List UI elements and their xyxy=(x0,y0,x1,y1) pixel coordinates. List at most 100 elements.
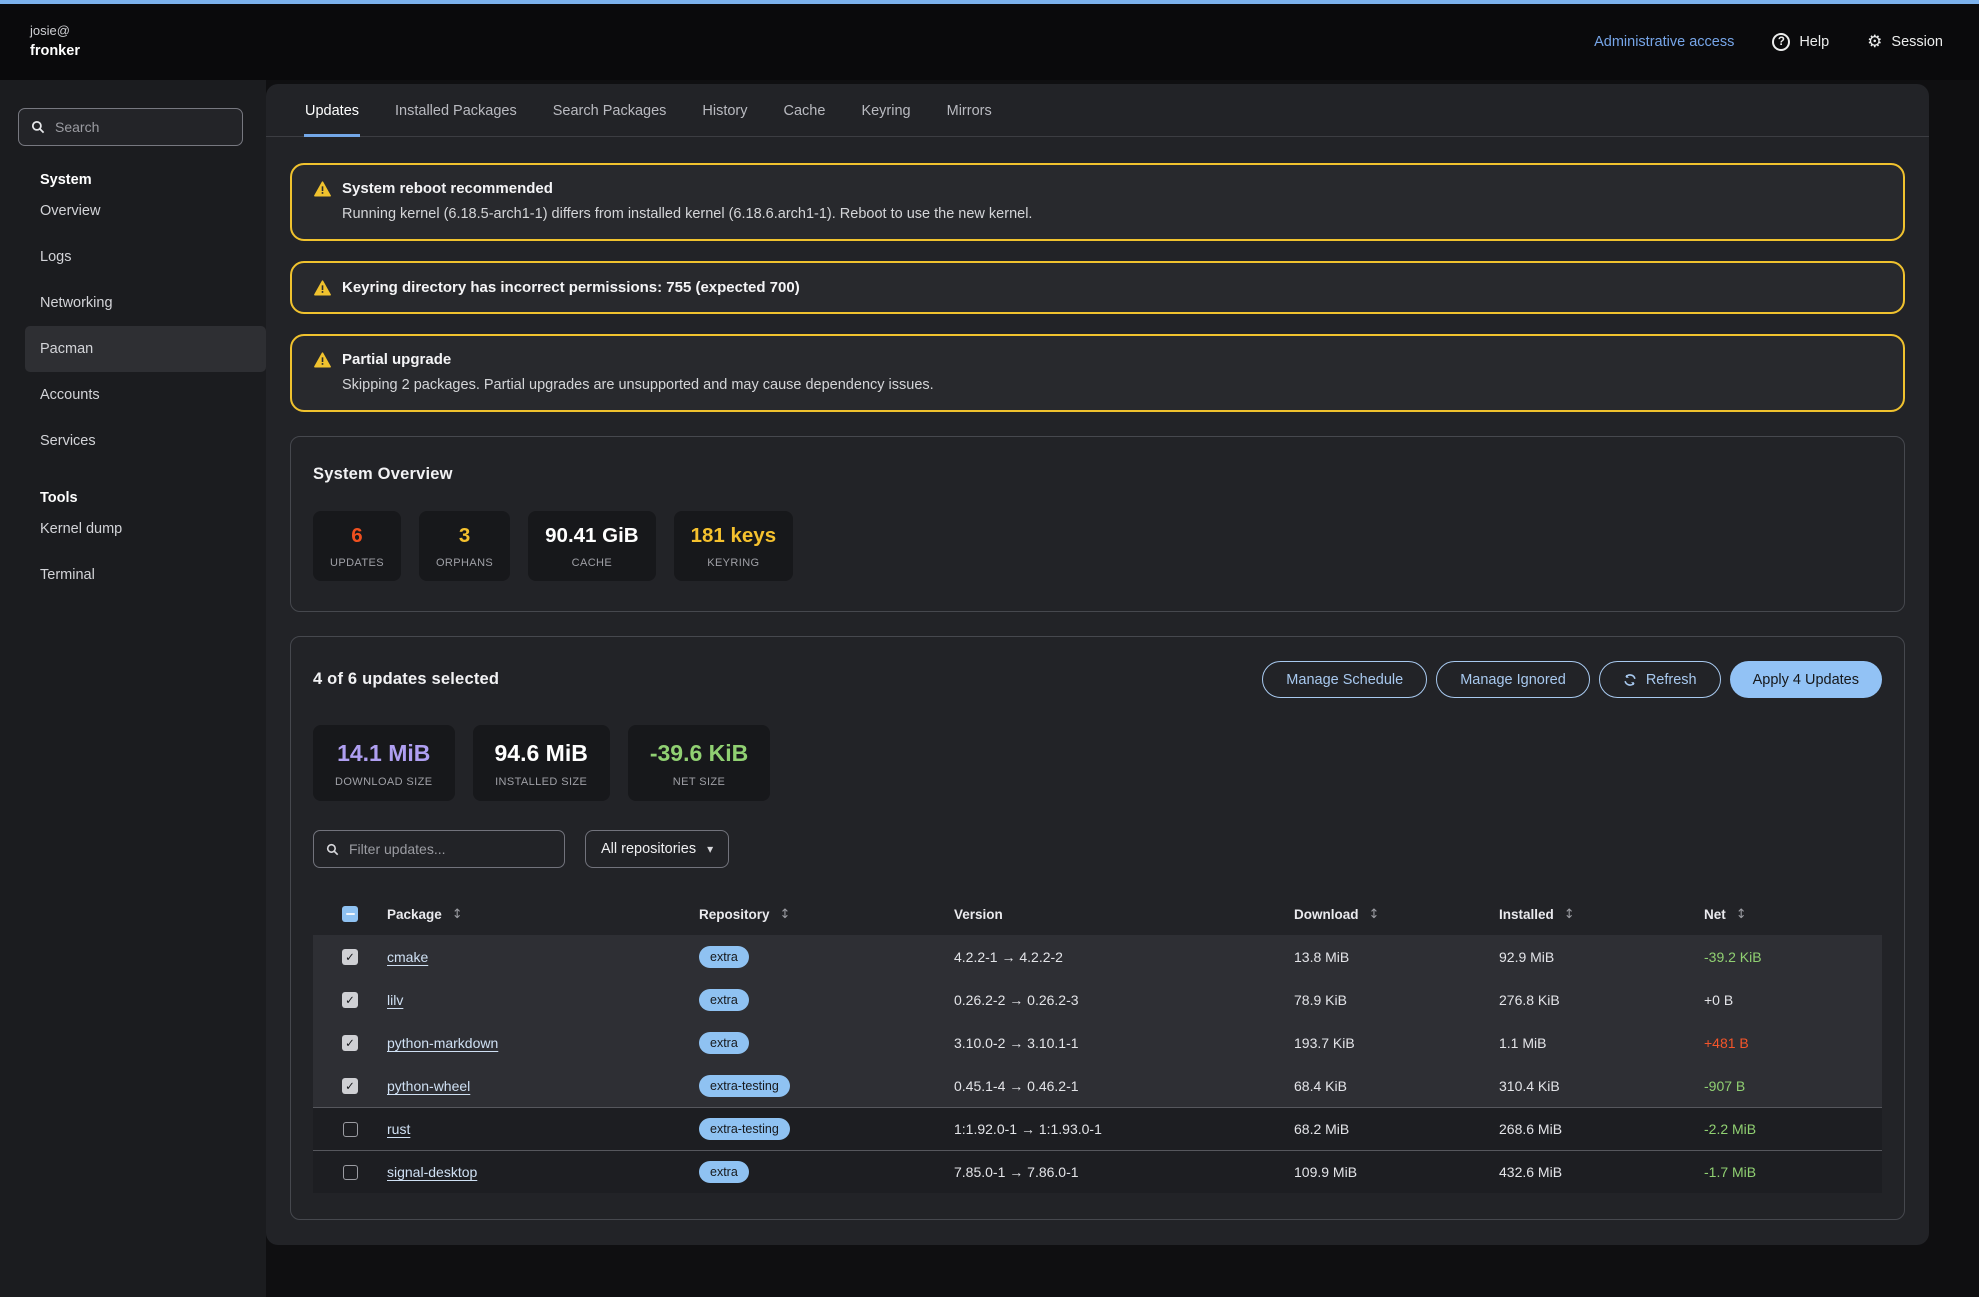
sort-icon: ↕ xyxy=(1564,907,1575,922)
row-checkbox[interactable] xyxy=(343,1122,358,1137)
row-checkbox[interactable]: ✓ xyxy=(342,1078,358,1094)
repository-badge: extra xyxy=(699,946,749,968)
filter-box xyxy=(313,830,565,868)
net-cell: +0 B xyxy=(1704,992,1882,1008)
table-row: ✓ lilv extra 0.26.2-2 → 0.26.2-3 78.9 Ki… xyxy=(313,978,1882,1021)
sidebar-section-tools: Tools Kernel dump Terminal xyxy=(0,490,266,598)
version-cell: 3.10.0-2 → 3.10.1-1 xyxy=(954,1035,1294,1051)
package-link[interactable]: rust xyxy=(387,1121,410,1137)
stat-value: -39.6 KiB xyxy=(650,740,748,767)
tab-updates[interactable]: Updates xyxy=(304,84,360,137)
stat-value: 94.6 MiB xyxy=(495,740,588,767)
column-header-net[interactable]: Net ↕ xyxy=(1704,907,1882,922)
tab-search-packages[interactable]: Search Packages xyxy=(552,84,668,137)
package-link[interactable]: lilv xyxy=(387,992,403,1008)
sidebar-item-services[interactable]: Services xyxy=(0,418,266,464)
column-header-package[interactable]: Package ↕ xyxy=(387,907,699,922)
tab-bar: Updates Installed Packages Search Packag… xyxy=(266,84,1929,137)
stat-label: NET SIZE xyxy=(650,776,748,788)
installed-cell: 1.1 MiB xyxy=(1499,1035,1704,1051)
package-link[interactable]: cmake xyxy=(387,949,428,965)
package-link[interactable]: python-markdown xyxy=(387,1035,498,1051)
refresh-button[interactable]: Refresh xyxy=(1599,661,1721,698)
sidebar-item-kernel-dump[interactable]: Kernel dump xyxy=(0,506,266,552)
sidebar-heading-system: System xyxy=(0,172,266,188)
net-cell: -907 B xyxy=(1704,1078,1882,1094)
row-checkbox[interactable]: ✓ xyxy=(342,949,358,965)
refresh-icon xyxy=(1623,673,1637,687)
sort-icon: ↕ xyxy=(1736,907,1747,922)
pacman-card: Updates Installed Packages Search Packag… xyxy=(266,84,1929,1245)
filter-row: All repositories ▾ xyxy=(313,830,1882,868)
administrative-access-link[interactable]: Administrative access xyxy=(1594,34,1734,50)
row-checkbox[interactable]: ✓ xyxy=(342,1035,358,1051)
manage-schedule-button[interactable]: Manage Schedule xyxy=(1262,661,1427,698)
updates-panel: 4 of 6 updates selected Manage Schedule … xyxy=(290,636,1905,1220)
installed-cell: 310.4 KiB xyxy=(1499,1078,1704,1094)
apply-updates-button[interactable]: Apply 4 Updates xyxy=(1730,661,1882,698)
filter-updates-input[interactable] xyxy=(349,841,552,857)
repository-badge: extra-testing xyxy=(699,1118,790,1140)
package-link[interactable]: python-wheel xyxy=(387,1078,470,1094)
column-header-repository[interactable]: Repository ↕ xyxy=(699,907,954,922)
installed-cell: 432.6 MiB xyxy=(1499,1164,1704,1180)
alert-system-reboot: System reboot recommended Running kernel… xyxy=(290,163,1905,241)
stat-value: 181 keys xyxy=(691,524,777,548)
repository-dropdown[interactable]: All repositories ▾ xyxy=(585,830,729,868)
repository-dropdown-value: All repositories xyxy=(601,841,696,857)
installed-cell: 268.6 MiB xyxy=(1499,1121,1704,1137)
stat-label: UPDATES xyxy=(330,557,384,569)
package-link[interactable]: signal-desktop xyxy=(387,1164,477,1180)
sidebar-item-pacman[interactable]: Pacman xyxy=(25,326,266,372)
help-label: Help xyxy=(1799,34,1829,50)
net-cell: -2.2 MiB xyxy=(1704,1121,1882,1137)
repository-badge: extra xyxy=(699,1032,749,1054)
download-cell: 68.4 KiB xyxy=(1294,1078,1499,1094)
stat-value: 14.1 MiB xyxy=(335,740,433,767)
sidebar-item-logs[interactable]: Logs xyxy=(0,234,266,280)
stat-orphans: 3 ORPHANS xyxy=(419,511,510,581)
sidebar-search-input[interactable] xyxy=(55,119,230,135)
row-checkbox[interactable] xyxy=(343,1165,358,1180)
tab-mirrors[interactable]: Mirrors xyxy=(946,84,993,137)
download-cell: 13.8 MiB xyxy=(1294,949,1499,965)
alert-description: Running kernel (6.18.5-arch1-1) differs … xyxy=(342,206,1881,222)
content-area: Updates Installed Packages Search Packag… xyxy=(266,80,1979,1297)
tab-cache[interactable]: Cache xyxy=(783,84,827,137)
system-overview-title: System Overview xyxy=(313,465,1882,484)
sidebar-heading-tools: Tools xyxy=(0,490,266,506)
warning-icon xyxy=(314,352,331,368)
tab-keyring[interactable]: Keyring xyxy=(860,84,911,137)
column-header-download[interactable]: Download ↕ xyxy=(1294,907,1499,922)
version-cell: 1:1.92.0-1 → 1:1.93.0-1 xyxy=(954,1121,1294,1137)
tab-history[interactable]: History xyxy=(701,84,748,137)
stat-label: ORPHANS xyxy=(436,557,493,569)
sidebar-item-terminal[interactable]: Terminal xyxy=(0,552,266,598)
select-all-checkbox[interactable] xyxy=(342,906,358,922)
tab-installed-packages[interactable]: Installed Packages xyxy=(394,84,518,137)
updates-actions: Manage Schedule Manage Ignored Refresh xyxy=(1262,661,1882,698)
net-cell: +481 B xyxy=(1704,1035,1882,1051)
size-stats: 14.1 MiB DOWNLOAD SIZE 94.6 MiB INSTALLE… xyxy=(313,725,1882,801)
manage-ignored-button[interactable]: Manage Ignored xyxy=(1436,661,1590,698)
table-header: Package ↕ Repository ↕ Version xyxy=(313,893,1882,935)
warning-icon xyxy=(314,280,331,296)
column-label: Installed xyxy=(1499,907,1554,922)
help-menu[interactable]: ? Help xyxy=(1772,33,1829,51)
download-cell: 193.7 KiB xyxy=(1294,1035,1499,1051)
refresh-label: Refresh xyxy=(1646,672,1697,688)
help-icon: ? xyxy=(1772,33,1790,51)
version-cell: 0.26.2-2 → 0.26.2-3 xyxy=(954,992,1294,1008)
sidebar-item-overview[interactable]: Overview xyxy=(0,188,266,234)
download-cell: 68.2 MiB xyxy=(1294,1121,1499,1137)
sidebar-item-networking[interactable]: Networking xyxy=(0,280,266,326)
host-switcher[interactable]: josie@ fronker xyxy=(30,21,80,62)
version-cell: 0.45.1-4 → 0.46.2-1 xyxy=(954,1078,1294,1094)
column-header-installed[interactable]: Installed ↕ xyxy=(1499,907,1704,922)
sort-icon: ↕ xyxy=(452,907,463,922)
alert-partial-upgrade: Partial upgrade Skipping 2 packages. Par… xyxy=(290,334,1905,412)
sidebar-item-accounts[interactable]: Accounts xyxy=(0,372,266,418)
row-checkbox[interactable]: ✓ xyxy=(342,992,358,1008)
session-label: Session xyxy=(1891,34,1943,50)
session-menu[interactable]: ⚙ Session xyxy=(1867,34,1943,51)
